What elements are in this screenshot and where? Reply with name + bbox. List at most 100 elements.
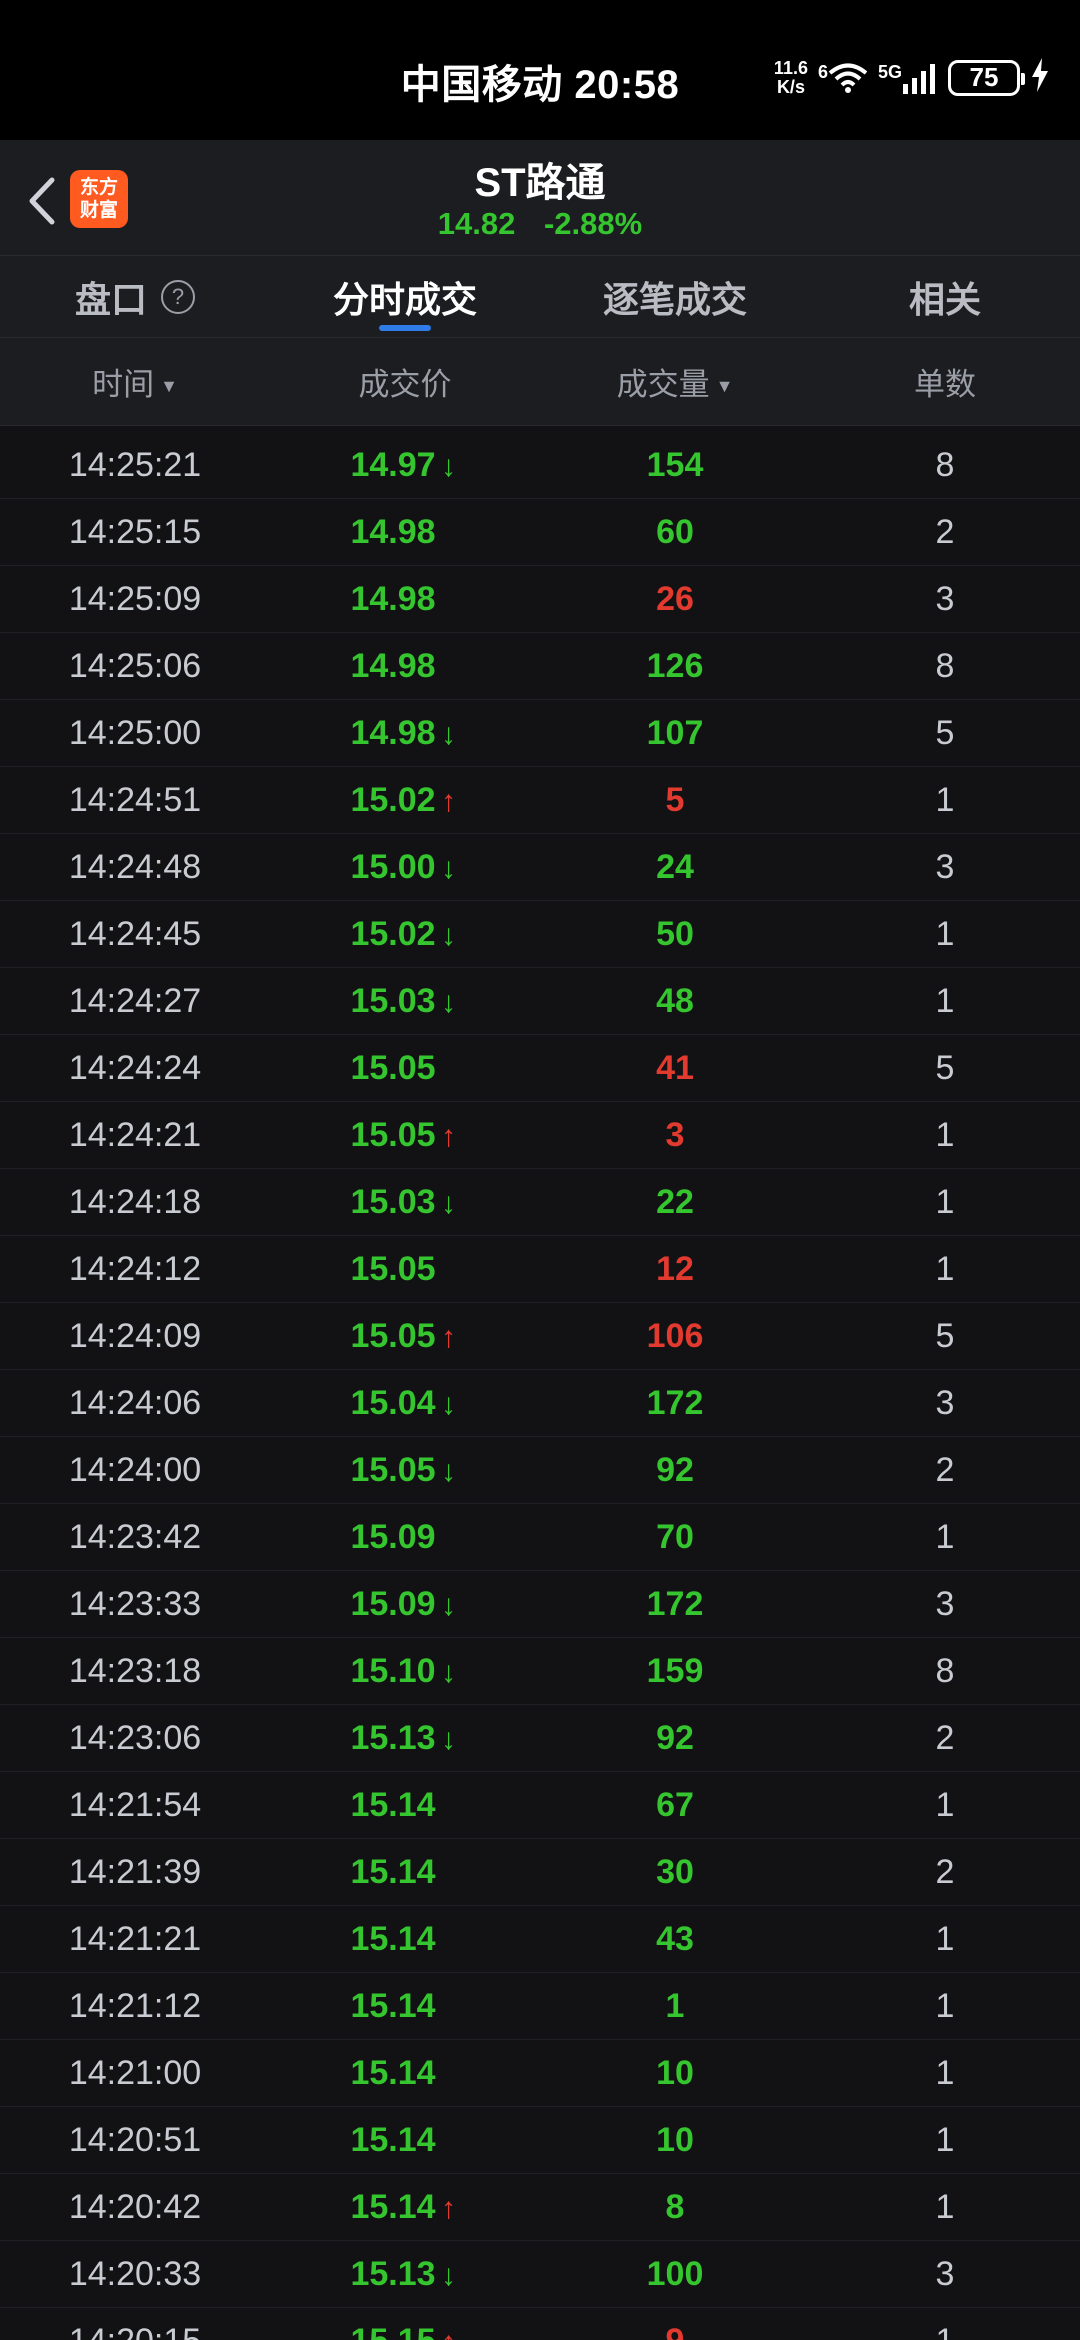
trade-price: 15.10 ↓	[270, 1652, 540, 1691]
trade-count: 1	[935, 1919, 955, 1958]
trade-count: 1	[935, 780, 955, 819]
status-bar: 中国移动 20:58 11.6 K/s 6 5G 75	[0, 0, 1080, 140]
col-time-label: 时间	[92, 367, 155, 402]
arrow-up-icon: ↑	[441, 2191, 457, 2225]
tab-pankou[interactable]: 盘口 ?	[0, 256, 270, 337]
trade-volume: 172	[646, 1584, 704, 1623]
trade-count: 5	[935, 1048, 955, 1087]
trade-price-value: 15.10	[350, 1651, 436, 1690]
arrow-down-icon: ↓	[441, 851, 457, 885]
trade-volume: 159	[646, 1651, 704, 1690]
trade-count: 3	[935, 1383, 955, 1422]
trade-price: 15.02 ↓	[270, 915, 540, 954]
stock-change: -2.88%	[543, 206, 643, 241]
trade-volume: 30	[656, 1852, 694, 1891]
net-speed: 11.6 K/s	[774, 58, 808, 97]
trade-price-value: 15.03	[350, 981, 436, 1020]
trade-volume: 67	[656, 1785, 694, 1824]
trade-count: 1	[935, 2053, 955, 2092]
trade-price: 15.15↑	[270, 2322, 540, 2340]
arrow-up-icon: ↑	[441, 784, 457, 818]
trade-count: 8	[935, 445, 955, 484]
col-time[interactable]: 时间 ▼	[0, 359, 270, 404]
trade-price: 14.98↓	[270, 513, 540, 552]
trade-price-value: 15.14	[350, 2120, 436, 2159]
trade-price: 15.05↓	[270, 1250, 540, 1289]
tab-fenshi-trades[interactable]: 分时成交	[270, 256, 540, 337]
trade-time: 14:24:06	[68, 1383, 202, 1422]
trade-list[interactable]: 14:25:2114.97↓154814:25:1514.98↓60214:25…	[0, 432, 1080, 2340]
arrow-down-icon: ↓	[441, 985, 457, 1019]
trade-count: 1	[935, 914, 955, 953]
stock-name: ST路通	[474, 161, 606, 205]
col-volume[interactable]: 成交量 ▼	[540, 359, 810, 404]
table-row: 14:20:33 15.13 ↓ 100 3	[0, 2241, 1080, 2308]
trade-price-value: 15.09	[350, 1517, 436, 1556]
tab-tick-trades[interactable]: 逐笔成交	[540, 256, 810, 337]
trade-count: 1	[935, 1115, 955, 1154]
arrow-up-icon: ↑	[438, 2326, 460, 2340]
trade-count: 1	[935, 1986, 955, 2025]
trade-time: 14:23:18	[68, 1651, 202, 1690]
arrow-up-icon: ↑	[441, 1320, 457, 1354]
trade-volume: 10	[656, 2053, 694, 2092]
trade-price: 14.98↓	[270, 714, 540, 753]
trade-price: 15.02 ↑	[270, 781, 540, 820]
arrow-down-icon: ↓	[441, 2258, 457, 2292]
trade-price: 15.03 ↓	[270, 982, 540, 1021]
wifi-label: 6	[817, 61, 828, 82]
charging-icon	[1030, 58, 1050, 97]
trade-price-value: 15.14	[350, 2053, 436, 2092]
wifi-icon: 6	[818, 62, 868, 94]
trade-time: 14:25:00	[68, 713, 202, 752]
table-row: 14:23:42 15.09↓ 70 1	[0, 1504, 1080, 1571]
status-icons: 11.6 K/s 6 5G 75	[774, 58, 1050, 97]
trade-price: 15.14↓	[270, 1853, 540, 1892]
trade-volume: 60	[656, 512, 694, 551]
trade-price: 14.98↓	[270, 580, 540, 619]
trade-price-value: 15.09	[350, 1584, 436, 1623]
trade-price-value: 15.15	[350, 2322, 435, 2340]
tab-related[interactable]: 相关	[810, 256, 1080, 337]
trade-price: 15.09↓	[270, 1518, 540, 1557]
trade-price: 15.05 ↑	[270, 1116, 540, 1155]
trade-volume: 5	[665, 780, 685, 819]
trade-volume: 70	[656, 1517, 694, 1556]
trade-price: 15.14 ↑	[270, 2188, 540, 2227]
trade-price: 15.13 ↓	[270, 2255, 540, 2294]
table-row: 14:20:51 15.14↓ 10 1	[0, 2107, 1080, 2174]
trade-time: 14:25:09	[68, 579, 202, 618]
trade-count: 2	[935, 1852, 955, 1891]
trade-time: 14:21:54	[68, 1785, 202, 1824]
table-row: 14:21:39 15.14↓ 30 2	[0, 1839, 1080, 1906]
table-row: 14:20:42 15.14 ↑ 8 1	[0, 2174, 1080, 2241]
arrow-down-icon: ↓	[441, 1387, 457, 1421]
trade-price: 15.14↓	[270, 2054, 540, 2093]
table-row: 14:25:06 14.98↓ 126 8	[0, 633, 1080, 700]
sort-caret-icon: ▼	[715, 376, 734, 397]
trade-count: 2	[935, 512, 955, 551]
trade-price-value: 14.98	[350, 579, 436, 618]
trade-count: 1	[935, 1249, 955, 1288]
signal-label: 5G	[877, 61, 902, 82]
trade-price: 15.05↓	[270, 1451, 540, 1490]
trade-price: 15.14↓	[270, 1920, 540, 1959]
trade-price-value: 14.98	[350, 512, 436, 551]
trade-time: 14:21:39	[68, 1852, 202, 1891]
table-row: 14:24:12 15.05↓ 12 1	[0, 1236, 1080, 1303]
trade-price-value: 15.14	[350, 1785, 436, 1824]
trade-count: 1	[935, 1182, 955, 1221]
trade-volume: 172	[646, 1383, 704, 1422]
help-icon[interactable]: ?	[161, 279, 195, 314]
stock-header: 东方 财富 ST路通 14.82 -2.88%	[0, 140, 1080, 256]
trade-volume: 106	[646, 1316, 704, 1355]
trade-price-value: 15.00	[350, 847, 436, 886]
trade-volume: 12	[656, 1249, 694, 1288]
trade-price-value: 15.14	[350, 1919, 436, 1958]
arrow-down-icon: ↓	[441, 1454, 457, 1488]
trade-count: 3	[935, 1584, 955, 1623]
tab-label: 分时成交	[332, 278, 477, 320]
trade-price-value: 15.14	[350, 1986, 436, 2025]
trade-count: 3	[935, 2254, 955, 2293]
trade-price-value: 15.05	[350, 1450, 436, 1489]
